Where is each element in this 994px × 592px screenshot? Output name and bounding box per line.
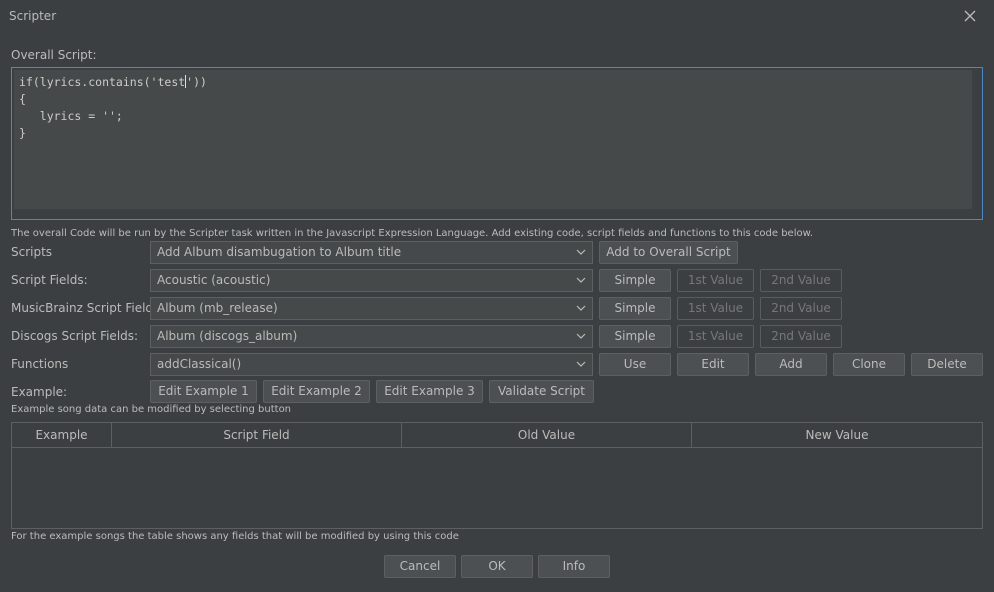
scripts-dropdown[interactable]: Add Album disambugation to Album title — [150, 241, 593, 264]
discogs-fields-label: Discogs Script Fields: — [11, 329, 139, 343]
overall-script-label: Overall Script: — [11, 48, 97, 62]
table-header: Example Script Field Old Value New Value — [12, 423, 982, 448]
overall-script-editor-frame: if(lyrics.contains('test')) { lyrics = '… — [11, 67, 983, 220]
script-fields-selected: Acoustic (acoustic) — [157, 273, 271, 287]
musicbrainz-fields-label: MusicBrainz Script Fields: — [11, 301, 164, 315]
code-line: if(lyrics.contains('test')) — [19, 75, 207, 89]
overall-script-help: The overall Code will be run by the Scri… — [11, 228, 814, 239]
musicbrainz-2nd-value-button[interactable]: 2nd Value — [760, 297, 842, 320]
functions-delete-button[interactable]: Delete — [911, 353, 983, 376]
column-header-new-value[interactable]: New Value — [692, 423, 982, 447]
window-title: Scripter — [9, 9, 57, 23]
musicbrainz-fields-dropdown[interactable]: Album (mb_release) — [150, 297, 593, 320]
column-header-old-value[interactable]: Old Value — [402, 423, 692, 447]
chevron-down-icon — [574, 298, 588, 319]
ok-button[interactable]: OK — [461, 555, 533, 578]
info-button[interactable]: Info — [538, 555, 610, 578]
add-to-overall-script-button[interactable]: Add to Overall Script — [599, 241, 738, 264]
musicbrainz-fields-selected: Album (mb_release) — [157, 301, 278, 315]
code-line: { — [19, 92, 26, 106]
discogs-simple-button[interactable]: Simple — [599, 325, 671, 348]
script-fields-2nd-value-button[interactable]: 2nd Value — [760, 269, 842, 292]
functions-use-button[interactable]: Use — [599, 353, 671, 376]
scripts-selected: Add Album disambugation to Album title — [157, 245, 402, 259]
edit-example-2-button[interactable]: Edit Example 2 — [263, 380, 370, 403]
musicbrainz-1st-value-button[interactable]: 1st Value — [677, 297, 754, 320]
discogs-fields-selected: Album (discogs_album) — [157, 329, 298, 343]
discogs-2nd-value-button[interactable]: 2nd Value — [760, 325, 842, 348]
code-line: lyrics = ''; — [19, 109, 123, 123]
validate-script-button[interactable]: Validate Script — [489, 380, 594, 403]
functions-label: Functions — [11, 357, 69, 371]
chevron-down-icon — [574, 242, 588, 263]
code-line: } — [19, 126, 26, 140]
functions-dropdown[interactable]: addClassical() — [150, 353, 593, 376]
example-label: Example: — [11, 385, 68, 399]
overall-script-editor[interactable]: if(lyrics.contains('test')) { lyrics = '… — [14, 70, 972, 209]
chevron-down-icon — [574, 326, 588, 347]
example-changes-table: Example Script Field Old Value New Value — [11, 422, 983, 529]
script-fields-label: Script Fields: — [11, 273, 88, 287]
scripts-label: Scripts — [11, 245, 53, 259]
discogs-fields-dropdown[interactable]: Album (discogs_album) — [150, 325, 593, 348]
functions-edit-button[interactable]: Edit — [677, 353, 749, 376]
functions-selected: addClassical() — [157, 357, 242, 371]
title-bar: Scripter — [0, 0, 994, 32]
script-fields-dropdown[interactable]: Acoustic (acoustic) — [150, 269, 593, 292]
example-help: Example song data can be modified by sel… — [11, 404, 292, 415]
edit-example-3-button[interactable]: Edit Example 3 — [376, 380, 483, 403]
script-fields-simple-button[interactable]: Simple — [599, 269, 671, 292]
chevron-down-icon — [574, 270, 588, 291]
table-help: For the example songs the table shows an… — [11, 531, 459, 542]
functions-add-button[interactable]: Add — [755, 353, 827, 376]
discogs-1st-value-button[interactable]: 1st Value — [677, 325, 754, 348]
script-fields-1st-value-button[interactable]: 1st Value — [677, 269, 754, 292]
functions-clone-button[interactable]: Clone — [833, 353, 905, 376]
close-icon[interactable] — [960, 6, 980, 26]
chevron-down-icon — [574, 354, 588, 375]
column-header-script-field[interactable]: Script Field — [112, 423, 402, 447]
column-header-example[interactable]: Example — [12, 423, 112, 447]
edit-example-1-button[interactable]: Edit Example 1 — [150, 380, 257, 403]
musicbrainz-simple-button[interactable]: Simple — [599, 297, 671, 320]
cancel-button[interactable]: Cancel — [384, 555, 456, 578]
